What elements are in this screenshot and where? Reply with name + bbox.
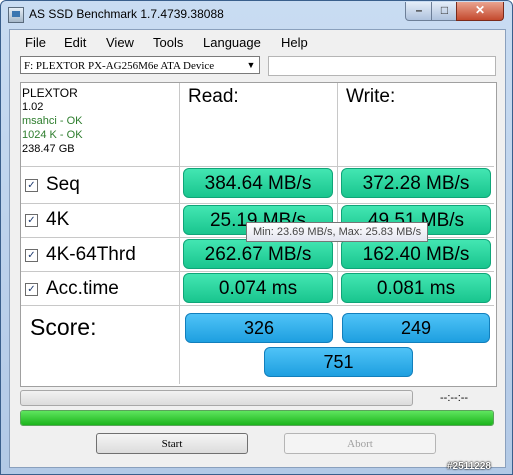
grid-divider xyxy=(21,166,494,167)
minimize-button[interactable]: – xyxy=(405,2,433,21)
watermark: #2511228 xyxy=(447,461,491,472)
grid-divider xyxy=(21,305,494,306)
read-header: Read: xyxy=(188,86,239,107)
score-read: 326 xyxy=(185,313,333,343)
score-total: 751 xyxy=(264,347,413,377)
driver-status: msahci - OK xyxy=(22,115,83,127)
acc-time-write-value: 0.081 ms xyxy=(341,273,491,303)
drive-firmware: 1.02 xyxy=(22,101,44,113)
score-label: Score: xyxy=(30,314,97,340)
acc-time-label: Acc.time xyxy=(46,278,119,299)
chevron-down-icon[interactable]: ▼ xyxy=(243,57,259,73)
window-title: AS SSD Benchmark 1.7.4739.38088 xyxy=(29,7,224,21)
menu-bar: File Edit View Tools Language Help xyxy=(10,30,505,52)
drive-select-value: F: PLEXTOR PX-AG256M6e ATA Device xyxy=(24,60,215,72)
4k-64thrd-checkbox[interactable]: ✓ xyxy=(25,249,38,262)
title-bar: AS SSD Benchmark 1.7.4739.38088 – □ ✕ xyxy=(1,1,512,29)
4k-64thrd-write-value: 162.40 MB/s xyxy=(341,239,491,269)
drive-info: PLEXTOR 1.02 msahci - OK 1024 K - OK 238… xyxy=(22,86,83,156)
write-header: Write: xyxy=(346,86,396,107)
score-write: 249 xyxy=(342,313,490,343)
menu-help[interactable]: Help xyxy=(281,35,308,50)
drive-size: 238.47 GB xyxy=(22,143,75,155)
menu-edit[interactable]: Edit xyxy=(64,35,86,50)
speed-tooltip: Min: 23.69 MB/s, Max: 25.83 MB/s xyxy=(246,222,429,242)
start-button[interactable]: Start xyxy=(96,433,248,454)
acc-time-read-value: 0.074 ms xyxy=(183,273,333,303)
seq-read-value: 384.64 MB/s xyxy=(183,168,333,198)
menu-file[interactable]: File xyxy=(25,35,46,50)
close-button[interactable]: ✕ xyxy=(456,2,504,21)
overall-progress-bar xyxy=(20,410,494,426)
4k-64thrd-read-value: 262.67 MB/s xyxy=(183,239,333,269)
grid-divider xyxy=(21,203,494,204)
menu-tools[interactable]: Tools xyxy=(153,35,183,50)
4k-label: 4K xyxy=(46,209,70,230)
acc-time-checkbox[interactable]: ✓ xyxy=(25,283,38,296)
grid-divider xyxy=(179,83,180,384)
drive-select[interactable]: F: PLEXTOR PX-AG256M6e ATA Device ▼ xyxy=(20,56,260,74)
seq-checkbox[interactable]: ✓ xyxy=(25,179,38,192)
drive-extra-field[interactable] xyxy=(268,56,496,76)
current-progress-bar xyxy=(20,390,413,406)
seq-write-value: 372.28 MB/s xyxy=(341,168,491,198)
menu-view[interactable]: View xyxy=(106,35,134,50)
overall-progress-fill xyxy=(21,411,493,425)
menu-language[interactable]: Language xyxy=(203,35,261,50)
seq-label: Seq xyxy=(46,174,80,195)
abort-button[interactable]: Abort xyxy=(284,433,436,454)
app-icon xyxy=(8,7,24,23)
elapsed-time: --:--:-- xyxy=(440,392,469,404)
grid-divider xyxy=(21,271,494,272)
maximize-button[interactable]: □ xyxy=(431,2,458,21)
4k-64thrd-label: 4K-64Thrd xyxy=(46,244,136,265)
4k-checkbox[interactable]: ✓ xyxy=(25,214,38,227)
alignment-status: 1024 K - OK xyxy=(22,129,83,141)
drive-brand: PLEXTOR xyxy=(22,86,78,100)
